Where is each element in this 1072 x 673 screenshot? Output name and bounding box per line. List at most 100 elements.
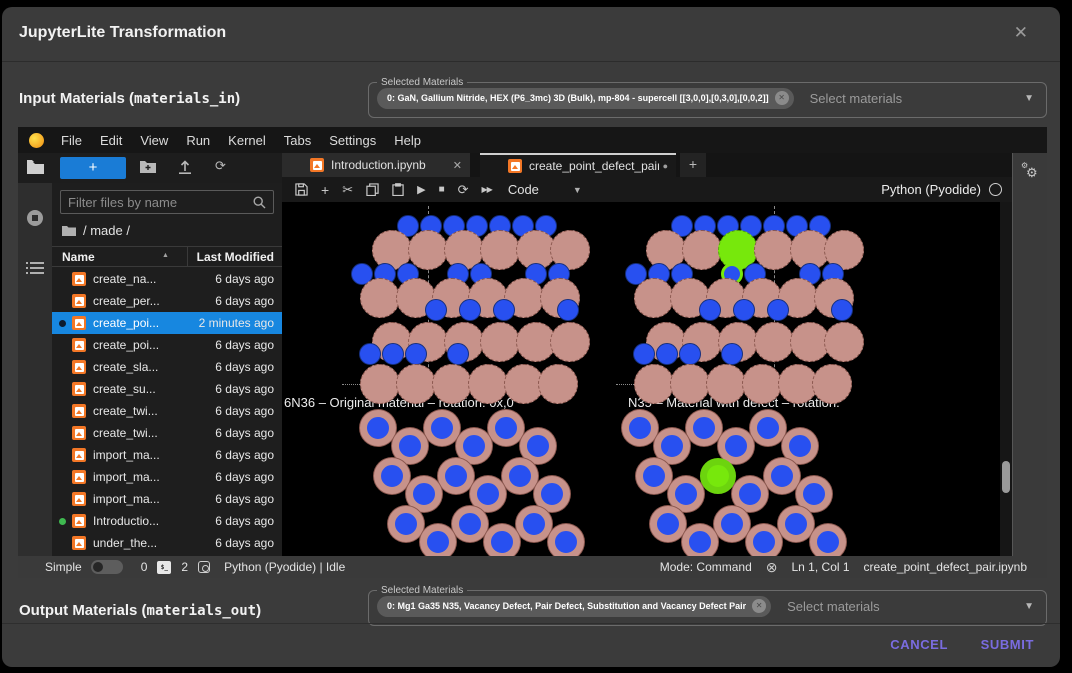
file-browser-icon[interactable] [18, 160, 52, 179]
atom [622, 410, 658, 446]
menu-item-tabs[interactable]: Tabs [275, 133, 320, 148]
file-name: import_ma... [93, 492, 160, 506]
cancel-button[interactable]: CANCEL [890, 637, 948, 652]
input-material-chip[interactable]: 0: GaN, Gallium Nitride, HEX (P6_3mc) 3D… [377, 88, 794, 109]
file-list: create_na...6 days agocreate_per...6 day… [52, 268, 282, 556]
table-row[interactable]: create_per...6 days ago [52, 290, 282, 312]
terminals-count[interactable]: 0 [141, 560, 148, 574]
save-icon[interactable] [295, 183, 308, 196]
table-row[interactable]: create_su...6 days ago [52, 378, 282, 400]
table-row[interactable]: create_sla...6 days ago [52, 356, 282, 378]
notebook-scrollbar [1000, 202, 1012, 556]
atom [516, 506, 552, 542]
file-name: import_ma... [93, 448, 160, 462]
notebook-icon [508, 159, 522, 173]
atom [468, 364, 508, 404]
menu-item-kernel[interactable]: Kernel [219, 133, 275, 148]
chevron-down-icon[interactable]: ▼ [1024, 93, 1034, 104]
menu-item-edit[interactable]: Edit [91, 133, 131, 148]
filter-files-input[interactable] [68, 192, 249, 212]
atom [420, 524, 456, 556]
input-materials-placeholder[interactable]: Select materials [810, 91, 1024, 106]
command-mode-text[interactable]: Mode: Command [660, 560, 752, 574]
simple-mode-toggle[interactable] [91, 560, 123, 574]
table-of-contents-icon[interactable] [18, 261, 52, 280]
new-tab-button[interactable]: + [680, 153, 706, 177]
atom [812, 364, 852, 404]
cut-icon[interactable]: ✂ [342, 182, 353, 198]
terminal-icon: $_ [157, 561, 171, 574]
activity-bar [18, 153, 52, 556]
run-icon[interactable]: ▶ [417, 183, 425, 196]
scrollbar-thumb[interactable] [1002, 461, 1010, 493]
kernel-name[interactable]: Python (Pyodide) [881, 182, 981, 197]
menu-item-settings[interactable]: Settings [320, 133, 385, 148]
table-row[interactable]: import_ma...6 days ago [52, 488, 282, 510]
stop-icon[interactable]: ■ [439, 184, 445, 195]
accessibility-icon[interactable]: ⊗ [766, 559, 778, 576]
restart-run-all-icon[interactable]: ▶▶ [482, 185, 492, 194]
atom [634, 278, 674, 318]
atom [767, 299, 789, 321]
close-icon[interactable]: ✕ [1014, 23, 1028, 43]
file-list-header: Name ▲ Last Modified [52, 246, 282, 267]
atom [750, 410, 786, 446]
menu-item-file[interactable]: File [52, 133, 91, 148]
chip-remove-icon[interactable]: ✕ [775, 91, 789, 105]
tab-create-point-defect-pair[interactable]: create_point_defect_pair.ip ● [480, 153, 676, 177]
table-row[interactable]: create_na...6 days ago [52, 268, 282, 290]
notebook-icon [72, 448, 86, 462]
selected-dot-icon [59, 320, 66, 327]
atom [360, 278, 400, 318]
chevron-down-icon[interactable]: ▼ [1024, 601, 1034, 612]
atom [493, 299, 515, 321]
sort-asc-icon[interactable]: ▲ [162, 252, 169, 259]
output-material-chip[interactable]: 0: Mg1 Ga35 N35, Vacancy Defect, Pair De… [377, 596, 771, 617]
table-row[interactable]: import_ma...6 days ago [52, 444, 282, 466]
atom [733, 299, 755, 321]
chevron-down-icon: ▼ [573, 185, 582, 195]
copy-icon[interactable] [366, 183, 379, 196]
insert-cell-icon[interactable]: + [321, 182, 329, 198]
menu-item-run[interactable]: Run [177, 133, 219, 148]
folder-icon [62, 225, 76, 236]
table-row[interactable]: create_twi...6 days ago [52, 422, 282, 444]
table-row[interactable]: Introductio...6 days ago [52, 510, 282, 532]
new-folder-icon[interactable] [140, 160, 156, 178]
column-name[interactable]: Name [62, 250, 95, 264]
input-materials-select: Selected Materials 0: GaN, Gallium Nitri… [368, 77, 1047, 118]
upload-icon[interactable] [178, 160, 192, 179]
menu-item-view[interactable]: View [131, 133, 177, 148]
tab-close-icon[interactable]: ✕ [453, 159, 462, 172]
dialog-header: JupyterLite Transformation ✕ [2, 7, 1060, 62]
table-row[interactable]: under_the...6 days ago [52, 532, 282, 554]
table-row[interactable]: import_ma...6 days ago [52, 466, 282, 488]
atom [656, 343, 678, 365]
input-materials-label: Input Materials (materials_in) [19, 90, 240, 107]
output-material-chip-label: 0: Mg1 Ga35 N35, Vacancy Defect, Pair De… [387, 601, 746, 611]
file-name: import_ma... [93, 470, 160, 484]
tab-introduction[interactable]: Introduction.ipynb ✕ [282, 153, 470, 177]
running-kernels-icon[interactable] [27, 210, 43, 226]
table-row[interactable]: create_poi...6 days ago [52, 334, 282, 356]
column-last-modified[interactable]: Last Modified [197, 250, 274, 264]
menu-item-help[interactable]: Help [385, 133, 430, 148]
table-row[interactable]: create_poi...2 minutes ago [52, 312, 282, 334]
search-icon [253, 196, 266, 214]
atom [374, 458, 410, 494]
chip-remove-icon[interactable]: ✕ [752, 599, 766, 613]
cursor-position[interactable]: Ln 1, Col 1 [792, 560, 850, 574]
kernels-count[interactable]: 2 [181, 560, 188, 574]
cell-type-dropdown[interactable]: Code ▼ [508, 182, 582, 197]
refresh-icon[interactable]: ⟳ [215, 158, 226, 174]
paste-icon[interactable] [392, 183, 404, 196]
breadcrumb[interactable]: / made / [62, 223, 130, 238]
table-row[interactable]: create_twi...6 days ago [52, 400, 282, 422]
file-modified: 6 days ago [215, 382, 274, 396]
output-materials-placeholder[interactable]: Select materials [787, 599, 1024, 614]
kernel-status-text[interactable]: Python (Pyodide) | Idle [224, 560, 345, 574]
submit-button[interactable]: SUBMIT [981, 637, 1034, 652]
atom [425, 299, 447, 321]
new-launcher-button[interactable]: + [60, 157, 126, 179]
restart-kernel-icon[interactable]: ⟳ [458, 182, 469, 198]
